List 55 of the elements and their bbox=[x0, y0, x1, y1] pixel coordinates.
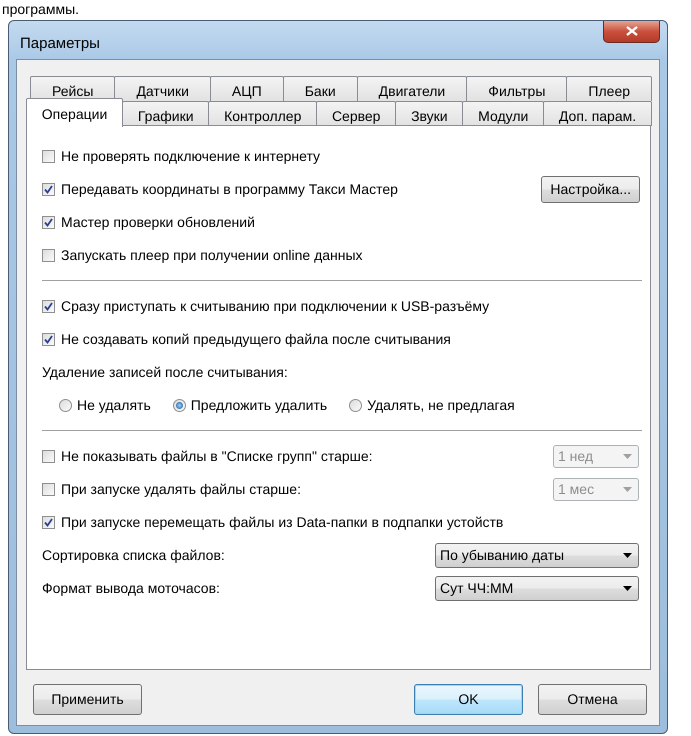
radio-label[interactable]: Предложить удалить bbox=[190, 394, 328, 416]
checkbox[interactable] bbox=[42, 516, 55, 528]
tab[interactable]: Графики bbox=[122, 100, 210, 126]
settings-button[interactable]: Настройка... bbox=[541, 176, 640, 202]
tab[interactable]: АЦП bbox=[210, 76, 284, 100]
checkbox-label[interactable]: Не проверять подключение к интернету bbox=[61, 146, 320, 166]
close-icon bbox=[626, 26, 638, 36]
checkbox[interactable] bbox=[42, 332, 55, 346]
checkbox[interactable] bbox=[42, 300, 55, 312]
tab[interactable]: Доп. парам. bbox=[543, 100, 652, 126]
checkbox-label[interactable]: Запускать плеер при получении online данных bbox=[61, 244, 363, 266]
radio-label[interactable]: Удалять, не предлагая bbox=[367, 394, 515, 416]
tab[interactable]: Операции bbox=[26, 98, 124, 126]
checkbox[interactable] bbox=[42, 216, 55, 228]
tab[interactable]: Плеер bbox=[566, 76, 652, 100]
caret-icon bbox=[623, 486, 632, 492]
checkbox[interactable] bbox=[42, 150, 55, 162]
tab[interactable]: Фильтры bbox=[466, 76, 568, 100]
dropdown[interactable]: По убыванию даты bbox=[435, 542, 639, 568]
checkbox-label[interactable]: Не создавать копий предыдущего файла после считывания bbox=[61, 328, 451, 350]
radio-button[interactable] bbox=[349, 398, 362, 412]
background-text: программы. bbox=[1, 1, 80, 17]
radio-button[interactable] bbox=[172, 398, 186, 412]
tab[interactable]: Звуки bbox=[395, 100, 464, 126]
caret-icon bbox=[623, 454, 632, 458]
window-title: Параметры bbox=[19, 34, 100, 54]
tab[interactable]: Контроллер bbox=[208, 100, 318, 126]
field-label: Сортировка списка файлов: bbox=[42, 546, 225, 565]
dialog-button[interactable]: Отмена bbox=[538, 684, 647, 714]
checkbox-label[interactable]: Не показывать файлы в "Списке групп" старше: bbox=[61, 446, 373, 466]
checkbox[interactable] bbox=[42, 182, 55, 196]
section-label: Удаление записей после считывания: bbox=[42, 362, 289, 382]
tab[interactable]: Модули bbox=[462, 100, 544, 126]
checkbox[interactable] bbox=[42, 450, 55, 462]
close-button[interactable] bbox=[603, 20, 660, 42]
checkbox[interactable] bbox=[42, 482, 55, 496]
radio-label[interactable]: Не удалять bbox=[77, 394, 151, 416]
checkbox[interactable] bbox=[42, 248, 55, 262]
caret-icon bbox=[623, 552, 632, 558]
tab[interactable]: Датчики bbox=[114, 76, 211, 100]
dialog-button[interactable]: Применить bbox=[33, 684, 142, 714]
field-label: Формат вывода моточасов: bbox=[42, 578, 220, 598]
tab[interactable]: Баки bbox=[282, 76, 358, 100]
tab[interactable]: Сервер bbox=[316, 100, 396, 126]
checkbox-label[interactable]: Сразу приступать к считыванию при подключении к USB-разъёму bbox=[61, 296, 490, 316]
checkbox-label[interactable]: При запуске удалять файлы старше: bbox=[61, 478, 301, 500]
checkbox-label[interactable]: Мастер проверки обновлений bbox=[61, 212, 255, 232]
checkbox-label[interactable]: Передавать координаты в программу Такси Мастер bbox=[61, 178, 398, 200]
tab[interactable]: Двигатели bbox=[356, 76, 468, 100]
tab[interactable]: Рейсы bbox=[30, 76, 116, 100]
checkbox-label[interactable]: При запуске перемещать файлы из Data-папки в подпапки устойств bbox=[61, 512, 504, 532]
dropdown[interactable]: Сут ЧЧ:ММ bbox=[435, 576, 639, 600]
radio-button[interactable] bbox=[59, 398, 72, 412]
dialog-button[interactable]: OK bbox=[414, 684, 523, 714]
caret-icon bbox=[623, 586, 632, 590]
